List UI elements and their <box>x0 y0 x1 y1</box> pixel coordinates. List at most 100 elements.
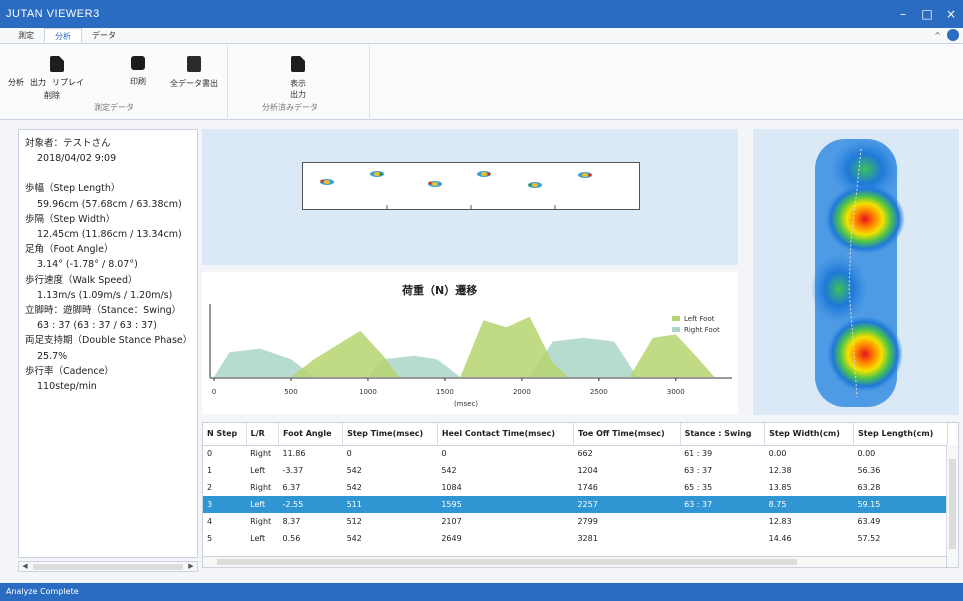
ribbon: 印刷 全データ書出 分析 出力 リプレイ 削除 測定データ 表示 出力 分析済み… <box>0 44 963 120</box>
delete-button[interactable]: 削除 <box>44 90 60 101</box>
footprint-panel <box>202 129 738 265</box>
col-header-stance-swing[interactable]: Stance : Swing <box>680 423 766 446</box>
group-caption-analyzed: 分析済みデータ <box>262 103 318 112</box>
table-row[interactable]: 4 Right 8.37 512 2107 2799 12.83 63.49 <box>203 513 948 530</box>
series-area-right-foot <box>214 337 638 377</box>
table-cell: 61 : 39 <box>684 449 713 459</box>
table-cell: 0 <box>207 449 213 459</box>
x-axis-label: (msec) <box>454 400 478 408</box>
col-header-n-step[interactable]: N Step <box>203 423 247 446</box>
replay-button[interactable]: リプレイ <box>52 77 84 88</box>
tab-measure[interactable]: 測定 <box>8 28 44 43</box>
table-cell: 542 <box>441 466 457 475</box>
title-bar: JUTAN VIEWER3 – □ × <box>0 0 963 28</box>
export-all-button[interactable]: 全データ書出 <box>170 56 218 89</box>
close-button[interactable]: × <box>939 0 963 28</box>
table-cell: 2257 <box>573 496 681 513</box>
table-cell: 542 <box>346 466 362 475</box>
table-cell: 63 : 37 <box>684 466 713 475</box>
x-tick-label: 0 <box>212 388 216 396</box>
print-button[interactable]: 印刷 <box>130 56 146 87</box>
col-header-step-time[interactable]: Step Time(msec) <box>342 423 438 446</box>
table-cell: -2.55 <box>278 496 343 513</box>
print-label: 印刷 <box>130 77 146 86</box>
table-cell: 542 <box>346 483 362 492</box>
ribbon-tabs: 測定 分析 データ ^ <box>0 28 963 44</box>
step-width-value: 12.45cm (11.86cm / 13.34cm) <box>37 229 182 241</box>
document-button[interactable] <box>50 56 64 78</box>
collapse-ribbon-icon[interactable]: ^ <box>934 31 941 40</box>
table-cell: 2 <box>207 483 213 492</box>
table-header-row: N Step L/R Foot Angle Step Time(msec) He… <box>203 423 949 446</box>
table-cell: 511 <box>342 496 438 513</box>
display-button[interactable]: 表示 出力 <box>290 56 306 100</box>
export-icon <box>187 56 201 72</box>
table-cell: 542 <box>346 534 362 543</box>
ribbon-group-measurement: 印刷 全データ書出 分析 出力 リプレイ 削除 測定データ <box>0 44 228 120</box>
output2-label: 出力 <box>290 90 306 99</box>
table-row[interactable]: 2 Right 6.37 542 1084 1746 65 : 35 13.85 63.28 <box>203 479 948 496</box>
table-cell: 5 <box>207 534 213 543</box>
table-row[interactable]: 1 Left -3.37 542 542 1204 63 : 37 12.38 56.36 <box>203 462 948 479</box>
table-cell: Right <box>250 483 272 492</box>
output-button[interactable]: 出力 <box>30 77 46 88</box>
table-cell: 4 <box>207 517 213 526</box>
table-row-selected[interactable]: 3 Left -2.55 511 1595 2257 63 : 37 8.75 59.15 <box>203 496 948 513</box>
foot-angle-value: 3.14° (-1.78° / 8.07°) <box>37 259 138 271</box>
table-cell: 13.85 <box>768 483 792 492</box>
minimize-button[interactable]: – <box>891 0 915 28</box>
document-icon <box>50 56 64 72</box>
foot-angle-label: 足角（Foot Angle） <box>25 244 114 256</box>
col-header-heel-contact[interactable]: Heel Contact Time(msec) <box>437 423 574 446</box>
double-stance-value: 25.7% <box>37 350 68 362</box>
table-cell: 6.37 <box>282 483 301 492</box>
table-cell: 56.36 <box>857 466 881 475</box>
table-cell: 0 <box>346 449 352 459</box>
table-cell: 59.15 <box>853 496 948 513</box>
analyze-button[interactable]: 分析 <box>8 77 24 88</box>
export-label: 全データ書出 <box>170 79 218 88</box>
col-header-step-length[interactable]: Step Length(cm) <box>853 423 949 446</box>
left-actions: 分析 出力 リプレイ <box>8 77 84 88</box>
table-cell: 2107 <box>441 517 462 526</box>
table-horizontal-scrollbar[interactable] <box>202 556 947 568</box>
step-data-table: N Step L/R Foot Angle Step Time(msec) He… <box>202 422 959 568</box>
scroll-right-arrow[interactable]: ▶ <box>185 562 197 571</box>
table-cell: 8.37 <box>282 517 301 526</box>
table-cell: 63 : 37 <box>680 496 765 513</box>
legend-left-foot: Left Foot <box>684 315 715 323</box>
step-length-value: 59.96cm (57.68cm / 63.38cm) <box>37 198 182 210</box>
info-horizontal-scrollbar[interactable]: ◀ ▶ <box>18 561 198 572</box>
col-header-foot-angle[interactable]: Foot Angle <box>278 423 344 446</box>
table-cell: 57.52 <box>857 534 881 543</box>
maximize-button[interactable]: □ <box>915 0 939 28</box>
table-vscroll-thumb[interactable] <box>949 459 956 549</box>
help-icon[interactable] <box>947 29 959 41</box>
table-cell: 0.00 <box>768 449 787 459</box>
table-vertical-scrollbar[interactable] <box>946 445 958 567</box>
series-area-left-foot <box>291 316 715 377</box>
chart-svg: 0 500 1000 1500 2000 2500 3000 (msec) Left Foo… <box>209 304 732 408</box>
walk-speed-label: 歩行速度（Walk Speed） <box>25 274 138 286</box>
tab-data[interactable]: データ <box>82 28 126 43</box>
table-cell: Left <box>246 496 279 513</box>
col-header-step-width[interactable]: Step Width(cm) <box>764 423 854 446</box>
x-tick-label: 1500 <box>436 388 454 396</box>
scroll-left-arrow[interactable]: ◀ <box>19 562 31 571</box>
table-row[interactable]: 0 Right 11.86 0 0 662 61 : 39 0.00 0.00 <box>203 445 948 462</box>
col-header-toe-off[interactable]: Toe Off Time(msec) <box>573 423 681 446</box>
ribbon-group-analyzed: 表示 出力 分析済みデータ <box>228 44 370 120</box>
col-header-lr[interactable]: L/R <box>246 423 280 446</box>
table-hscroll-thumb[interactable] <box>217 559 797 565</box>
window-title: JUTAN VIEWER3 <box>6 8 100 20</box>
table-row[interactable]: 5 Left 0.56 542 2649 3281 14.46 57.52 <box>203 530 948 547</box>
table-cell: 2799 <box>577 517 598 526</box>
heatmap-zone <box>827 316 903 392</box>
x-tick-label: 3000 <box>667 388 685 396</box>
table-cell <box>680 513 765 530</box>
table-cell: 0.00 <box>857 449 876 459</box>
tab-analysis[interactable]: 分析 <box>44 28 82 43</box>
table-cell: 12.83 <box>768 517 792 526</box>
group-caption-measurement: 測定データ <box>94 103 134 112</box>
scroll-thumb[interactable] <box>33 564 183 570</box>
